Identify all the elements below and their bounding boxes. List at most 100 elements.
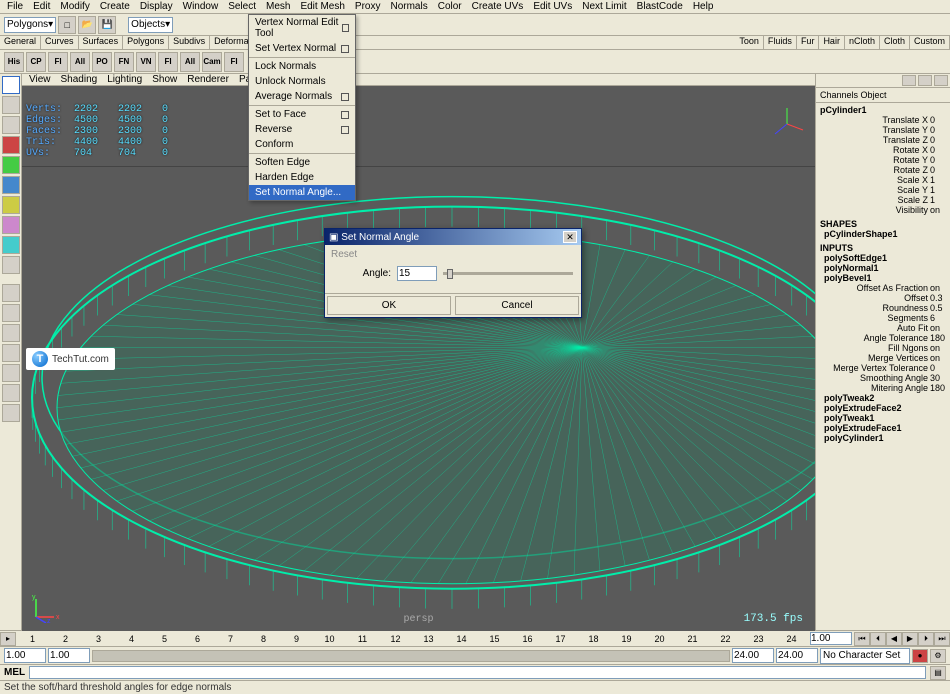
menu-item-unlock-normals[interactable]: Unlock Normals (249, 74, 355, 89)
input-node[interactable]: polyTweak2 (820, 393, 946, 403)
file-open-icon[interactable]: 📂 (78, 16, 96, 34)
ok-button[interactable]: OK (327, 296, 451, 315)
shape-node-name[interactable]: pCylinderShape1 (820, 229, 946, 239)
attr-angle-tolerance[interactable]: Angle Tolerance180 (820, 333, 946, 343)
menu-modify[interactable]: Modify (55, 1, 94, 12)
goto-end-icon[interactable]: ⏭ (934, 632, 950, 646)
select-tool[interactable] (2, 76, 20, 94)
menu-item-lock-normals[interactable]: Lock Normals (249, 59, 355, 74)
attr-mitering-angle[interactable]: Mitering Angle180 (820, 383, 946, 393)
shelf-tab-surfaces[interactable]: Surfaces (79, 36, 124, 49)
menu-color[interactable]: Color (433, 1, 467, 12)
shelf-tab-cloth[interactable]: Cloth (880, 36, 910, 49)
attr-merge-vertex-tolerance[interactable]: Merge Vertex Tolerance0 (820, 363, 946, 373)
menu-edit[interactable]: Edit (28, 1, 55, 12)
option-box-icon[interactable] (342, 24, 349, 32)
option-box-icon[interactable] (341, 45, 349, 53)
attr-offset[interactable]: Offset0.3 (820, 293, 946, 303)
input-node[interactable]: polyBevel1 (820, 273, 946, 283)
cmd-input[interactable] (29, 666, 926, 679)
attr-merge-vertices[interactable]: Merge Verticeson (820, 353, 946, 363)
dialog-titlebar[interactable]: ▣ Set Normal Angle ✕ (325, 229, 581, 245)
dialog-reset-menu[interactable]: Reset (331, 249, 575, 260)
three-pane[interactable] (2, 364, 20, 382)
shelf-tab-subdivs[interactable]: Subdivs (169, 36, 210, 49)
shelf-btn-cam[interactable]: Cam (202, 52, 222, 72)
menu-file[interactable]: File (2, 1, 28, 12)
menu-item-harden-edge[interactable]: Harden Edge (249, 170, 355, 185)
shelf-tab-fur[interactable]: Fur (797, 36, 820, 49)
menu-select[interactable]: Select (223, 1, 261, 12)
cancel-button[interactable]: Cancel (455, 296, 579, 315)
range-end-field[interactable] (776, 648, 818, 663)
single-pane[interactable] (2, 284, 20, 302)
input-node[interactable]: polyCylinder1 (820, 433, 946, 443)
viewport[interactable]: ViewShadingLightingShowRendererPanels Ve… (22, 74, 815, 630)
timeline-collapse-icon[interactable]: ▸ (0, 632, 16, 646)
menu-item-set-to-face[interactable]: Set to Face (249, 107, 355, 122)
angle-slider[interactable] (443, 272, 573, 275)
input-node[interactable]: polyExtrudeFace1 (820, 423, 946, 433)
input-node[interactable]: polySoftEdge1 (820, 253, 946, 263)
option-box-icon[interactable] (341, 126, 349, 134)
attr-rotate-z[interactable]: Rotate Z0 (820, 165, 946, 175)
manip-tool[interactable] (2, 196, 20, 214)
range-min-field[interactable] (48, 648, 90, 663)
menu-display[interactable]: Display (135, 1, 178, 12)
menu-create-uvs[interactable]: Create UVs (467, 1, 529, 12)
show-manip-tool[interactable] (2, 236, 20, 254)
move-tool[interactable] (2, 136, 20, 154)
soft-mod-tool[interactable] (2, 216, 20, 234)
play-back-icon[interactable]: ◀ (886, 632, 902, 646)
viewport-menu-shading[interactable]: Shading (56, 74, 103, 85)
shelf-btn-fn[interactable]: FN (114, 52, 134, 72)
current-frame-field[interactable] (810, 632, 852, 645)
shelf-tab-polygons[interactable]: Polygons (123, 36, 169, 49)
file-save-icon[interactable]: 💾 (98, 16, 116, 34)
menu-item-average-normals[interactable]: Average Normals (249, 89, 355, 104)
shelf-tab-toon[interactable]: Toon (735, 36, 764, 49)
time-slider[interactable]: ▸ 12345678910111213141516171819202122232… (0, 630, 950, 646)
range-max-field[interactable] (732, 648, 774, 663)
viewport-menu-renderer[interactable]: Renderer (182, 74, 234, 85)
option-box-icon[interactable] (341, 93, 349, 101)
viewport-menu-lighting[interactable]: Lighting (102, 74, 147, 85)
two-pane-stack[interactable] (2, 344, 20, 362)
viewport-menu-show[interactable]: Show (147, 74, 182, 85)
menu-window[interactable]: Window (178, 1, 224, 12)
attr-translate-x[interactable]: Translate X0 (820, 115, 946, 125)
shelf-tab-curves[interactable]: Curves (41, 36, 79, 49)
four-pane[interactable] (2, 304, 20, 322)
script-editor-icon[interactable]: ▤ (930, 666, 946, 680)
menu-create[interactable]: Create (95, 1, 135, 12)
attr-visibility[interactable]: Visibilityon (820, 205, 946, 215)
attr-rotate-x[interactable]: Rotate X0 (820, 145, 946, 155)
selection-mode[interactable]: Objects ▾ (128, 17, 173, 33)
shelf-btn-cp[interactable]: CP (26, 52, 46, 72)
two-pane-side[interactable] (2, 324, 20, 342)
shelf-tab-general[interactable]: General (0, 36, 41, 49)
menu-help[interactable]: Help (688, 1, 719, 12)
attr-fill-ngons[interactable]: Fill Ngonson (820, 343, 946, 353)
attr-segments[interactable]: Segments6 (820, 313, 946, 323)
channel-box-menu[interactable]: Channels Object (816, 88, 950, 103)
outliner-layout[interactable] (2, 384, 20, 402)
mode-selector[interactable]: Polygons ▾ (4, 17, 56, 33)
menu-item-soften-edge[interactable]: Soften Edge (249, 155, 355, 170)
object-node-name[interactable]: pCylinder1 (820, 105, 946, 115)
attr-scale-y[interactable]: Scale Y1 (820, 185, 946, 195)
menu-edit-mesh[interactable]: Edit Mesh (295, 1, 349, 12)
viewport-menu-view[interactable]: View (24, 74, 56, 85)
shelf-btn-fi[interactable]: FI (224, 52, 244, 72)
menu-blastcode[interactable]: BlastCode (632, 1, 688, 12)
menu-item-set-vertex-normal[interactable]: Set Vertex Normal (249, 41, 355, 56)
rotate-tool[interactable] (2, 156, 20, 174)
character-set-dropdown[interactable]: No Character Set (820, 648, 910, 664)
last-tool[interactable] (2, 256, 20, 274)
attr-scale-z[interactable]: Scale Z1 (820, 195, 946, 205)
menu-mesh[interactable]: Mesh (261, 1, 295, 12)
attr-scale-x[interactable]: Scale X1 (820, 175, 946, 185)
cb-tab-2[interactable] (918, 75, 932, 86)
shelf-btn-fi[interactable]: FI (48, 52, 68, 72)
shelf-tab-ncloth[interactable]: nCloth (845, 36, 880, 49)
